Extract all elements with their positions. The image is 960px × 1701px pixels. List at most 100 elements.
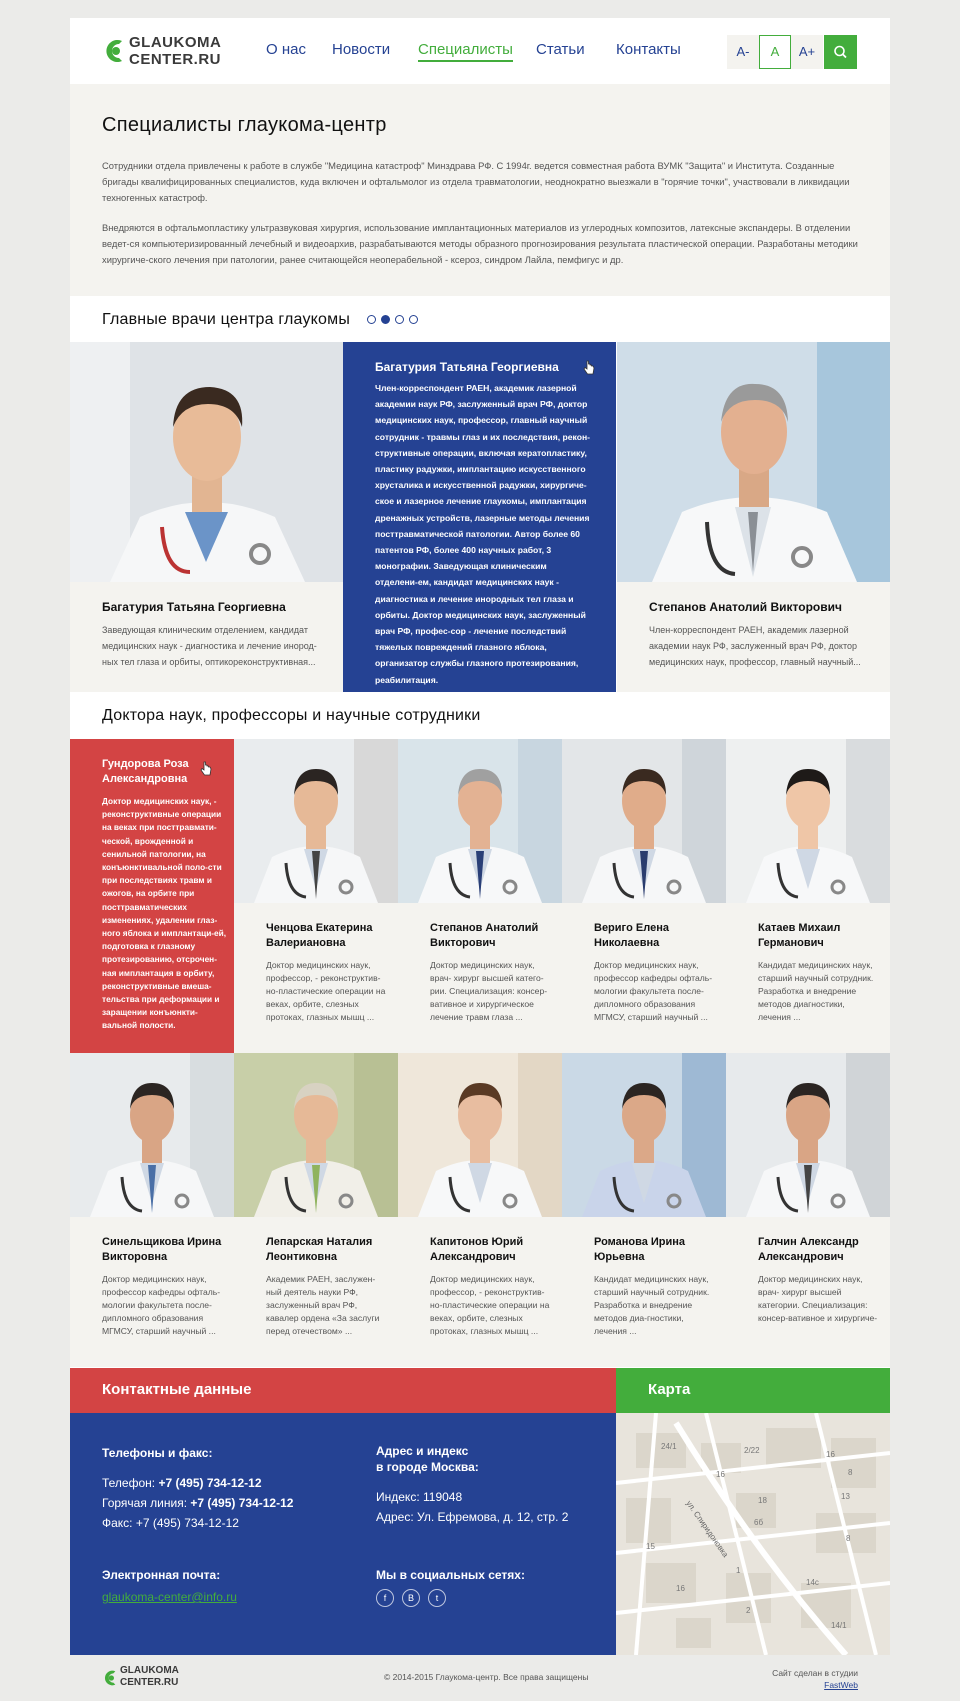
staff-photo xyxy=(234,739,398,903)
staff-desc: Кандидат медицинских наук, старший научн… xyxy=(758,960,874,1022)
vkontakte-icon[interactable]: B xyxy=(402,1589,420,1607)
contacts-title: Контактные данные xyxy=(102,1381,252,1398)
address-title: Адрес и индекс в городе Москва: xyxy=(376,1443,479,1475)
doctor-name: Багатурия Татьяна Георгиевна xyxy=(375,360,559,374)
page: GLAUKOMA CENTER.RU О нас Новости Специал… xyxy=(70,18,890,1701)
map-label: 14/1 xyxy=(831,1621,847,1630)
staff-desc: Доктор медицинских наук, профессор кафед… xyxy=(102,1274,221,1336)
main-doctor-card-1[interactable]: Багатурия Татьяна Георгиевна Заведующая … xyxy=(70,342,343,692)
footer-logo-line-1: GLAUKOMA xyxy=(120,1665,179,1676)
hand-cursor-icon xyxy=(200,761,212,776)
staff-photo xyxy=(70,1053,234,1217)
search-button[interactable] xyxy=(824,35,857,69)
staff-card-active[interactable]: Гундорова Роза Александровна Доктор меди… xyxy=(70,739,234,1053)
staff-photo xyxy=(234,1053,398,1217)
map-label: 16 xyxy=(826,1450,835,1459)
studio-link[interactable]: FastWeb xyxy=(824,1680,858,1690)
staff-desc: Академик РАЕН, заслужен-ный деятель наук… xyxy=(266,1274,380,1336)
phone-label: Телефон: xyxy=(102,1476,159,1490)
staff-photo xyxy=(726,739,890,903)
map-label: 1 xyxy=(736,1566,741,1575)
staff-name: Веригo Елена Николаевна xyxy=(594,922,669,949)
map-label: 8 xyxy=(846,1534,851,1543)
font-normal-button[interactable]: A xyxy=(759,35,791,69)
map-label: 16 xyxy=(676,1584,685,1593)
staff-card[interactable]: Катаев Михаил Германович Кандидат медицин… xyxy=(726,739,890,1053)
social-links: f B t xyxy=(376,1589,456,1607)
staff-card[interactable]: Лепарская Наталия Леонтиковна Академик РА… xyxy=(234,1053,398,1367)
map-label: 24/1 xyxy=(661,1442,677,1451)
contacts-body: Телефоны и факс: Телефон: +7 (495) 734-1… xyxy=(70,1413,616,1655)
staff-name: Синельщикова Ирина Викторовна xyxy=(102,1236,222,1263)
nav-item-specialists[interactable]: Специалисты xyxy=(418,41,513,62)
font-increase-button[interactable]: A+ xyxy=(791,35,823,69)
nav-item-articles[interactable]: Статьи xyxy=(536,41,585,58)
map-label: 14с xyxy=(806,1578,819,1587)
doctor-desc: Член-корреспондент РАЕН, академик лазерн… xyxy=(649,625,861,667)
staff-name: Галчин Александр Александрович xyxy=(758,1236,859,1263)
staff-desc: Доктор медицинских наук, профессор, - ре… xyxy=(430,1274,550,1336)
main-doctors-row: Багатурия Татьяна Георгиевна Заведующая … xyxy=(70,342,890,692)
slider-dot-3[interactable] xyxy=(395,315,404,324)
logo-eye-icon xyxy=(104,1670,116,1686)
footer-logo-text: GLAUKOMA CENTER.RU xyxy=(120,1665,179,1689)
staff-card[interactable]: Веригo Елена Николаевна Доктор медицински… xyxy=(562,739,726,1053)
fax-line: Факс: +7 (495) 734-12-12 xyxy=(102,1516,239,1530)
logo[interactable]: GLAUKOMA CENTER.RU xyxy=(102,34,222,70)
doctor-name: Багатурия Татьяна Георгиевна xyxy=(102,600,286,614)
doctor-desc: Член-корреспондент РАЕН, академик лазерн… xyxy=(375,383,591,685)
staff-photo xyxy=(726,1053,890,1217)
font-decrease-button[interactable]: A- xyxy=(727,35,759,69)
nav-item-about[interactable]: О нас xyxy=(266,41,306,58)
nav-item-contacts[interactable]: Контакты xyxy=(616,41,681,58)
intro-paragraph-1: Сотрудники отдела привлечены к работе в … xyxy=(102,160,850,203)
facebook-icon[interactable]: f xyxy=(376,1589,394,1607)
address-title-line-1: Адрес и индекс xyxy=(376,1444,469,1458)
staff-photo xyxy=(398,1053,562,1217)
map[interactable]: 24/1 2/22 16 8 16 18 13 6б 8 ул. Спиридо… xyxy=(616,1413,890,1655)
staff-card[interactable]: Синельщикова Ирина Викторовна Доктор меди… xyxy=(70,1053,234,1367)
staff-card[interactable]: Капитонов Юрий Александрович Доктор медиц… xyxy=(398,1053,562,1367)
staff-card[interactable]: Романова Ирина Юрьевна Кандидат медицинск… xyxy=(562,1053,726,1367)
staff-desc: Доктор медицинских наук, профессор кафед… xyxy=(594,960,713,1022)
twitter-icon[interactable]: t xyxy=(428,1589,446,1607)
staff-photo xyxy=(562,1053,726,1217)
logo-line-2: CENTER.RU xyxy=(129,51,222,68)
logo-line-1: GLAUKOMA xyxy=(129,34,222,51)
doctor-photo xyxy=(617,342,890,582)
staff-desc: Кандидат медицинских наук, старший научн… xyxy=(594,1274,710,1336)
email-link[interactable]: glaukoma-center@info.ru xyxy=(102,1587,237,1607)
footer-logo-line-2: CENTER.RU xyxy=(120,1677,179,1688)
map-title: Карта xyxy=(648,1381,691,1398)
map-label: 13 xyxy=(841,1492,850,1501)
nav-item-news[interactable]: Новости xyxy=(332,41,390,58)
studio-text: Сайт сделан в студии xyxy=(772,1668,858,1678)
slider-dot-1[interactable] xyxy=(367,315,376,324)
contacts-header: Контактные данные xyxy=(70,1368,616,1413)
main-doctor-card-3[interactable]: Степанов Анатолий Викторович Член-коррес… xyxy=(617,342,890,692)
slider-dot-4[interactable] xyxy=(409,315,418,324)
page-title: Специалисты глаукома-центр xyxy=(102,114,387,136)
staff-name: Ченцова Екатерина Валериановна xyxy=(266,922,373,949)
staff-card[interactable]: Степанов Анатолий Викторович Доктор медиц… xyxy=(398,739,562,1053)
phone-value[interactable]: +7 (495) 734-12-12 xyxy=(158,1476,261,1490)
search-icon xyxy=(834,45,847,59)
staff-name: Катаев Михаил Германович xyxy=(758,922,841,949)
intro-paragraph-2: Внедряются в офтальмопластику ультразвук… xyxy=(102,222,858,265)
doctor-name: Степанов Анатолий Викторович xyxy=(649,600,842,614)
staff-card[interactable]: Ченцова Екатерина Валериановна Доктор мед… xyxy=(234,739,398,1053)
hotline-line: Горячая линия: +7 (495) 734-12-12 xyxy=(102,1493,293,1513)
email-title: Электронная почта: xyxy=(102,1568,221,1582)
doctor-desc: Заведующая клиническим отделением, канди… xyxy=(102,625,317,667)
main-doctors-title: Главные врачи центра глаукомы xyxy=(102,311,351,328)
staff-card[interactable]: Галчин Александр Александрович Доктор мед… xyxy=(726,1053,890,1367)
slider-dot-2[interactable] xyxy=(381,315,390,324)
hand-cursor-icon xyxy=(583,360,595,375)
logo-text: GLAUKOMA CENTER.RU xyxy=(129,34,221,68)
hotline-value[interactable]: +7 (495) 734-12-12 xyxy=(190,1496,293,1510)
staff-desc: Доктор медицинских наук, - реконструктив… xyxy=(102,796,227,1031)
site-header: GLAUKOMA CENTER.RU О нас Новости Специал… xyxy=(70,18,890,84)
main-doctor-card-2-active[interactable]: Багатурия Татьяна Георгиевна Член-коррес… xyxy=(343,342,616,692)
map-label: 16 xyxy=(716,1470,725,1479)
address-title-line-2: в городе Москва: xyxy=(376,1460,479,1474)
